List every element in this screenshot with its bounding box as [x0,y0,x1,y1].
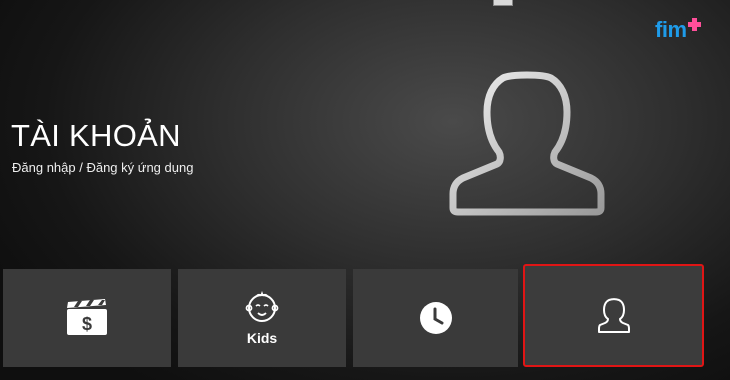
tile-account[interactable] [523,264,704,367]
svg-text:$: $ [82,314,92,334]
page-subtitle: Đăng nhập / Đăng ký ứng dụng [12,160,194,175]
page-title: TÀI KHOẢN [11,118,181,153]
menu-tiles: $ Kids [0,264,730,380]
logo-text: fim [655,17,687,42]
kids-face-icon [245,290,279,322]
tile-kids[interactable]: Kids [178,269,346,367]
tile-purchase[interactable]: $ [3,269,171,367]
logo-plus-icon [687,18,701,31]
top-dropdown-handle[interactable] [493,0,513,6]
movie-purchase-icon: $ [67,299,107,335]
kids-label: Kids [246,330,278,346]
tile-history[interactable] [353,269,518,367]
fim-logo: fim [655,17,701,42]
user-icon [597,297,630,333]
user-outline-icon [449,71,605,216]
clock-icon [419,302,452,334]
